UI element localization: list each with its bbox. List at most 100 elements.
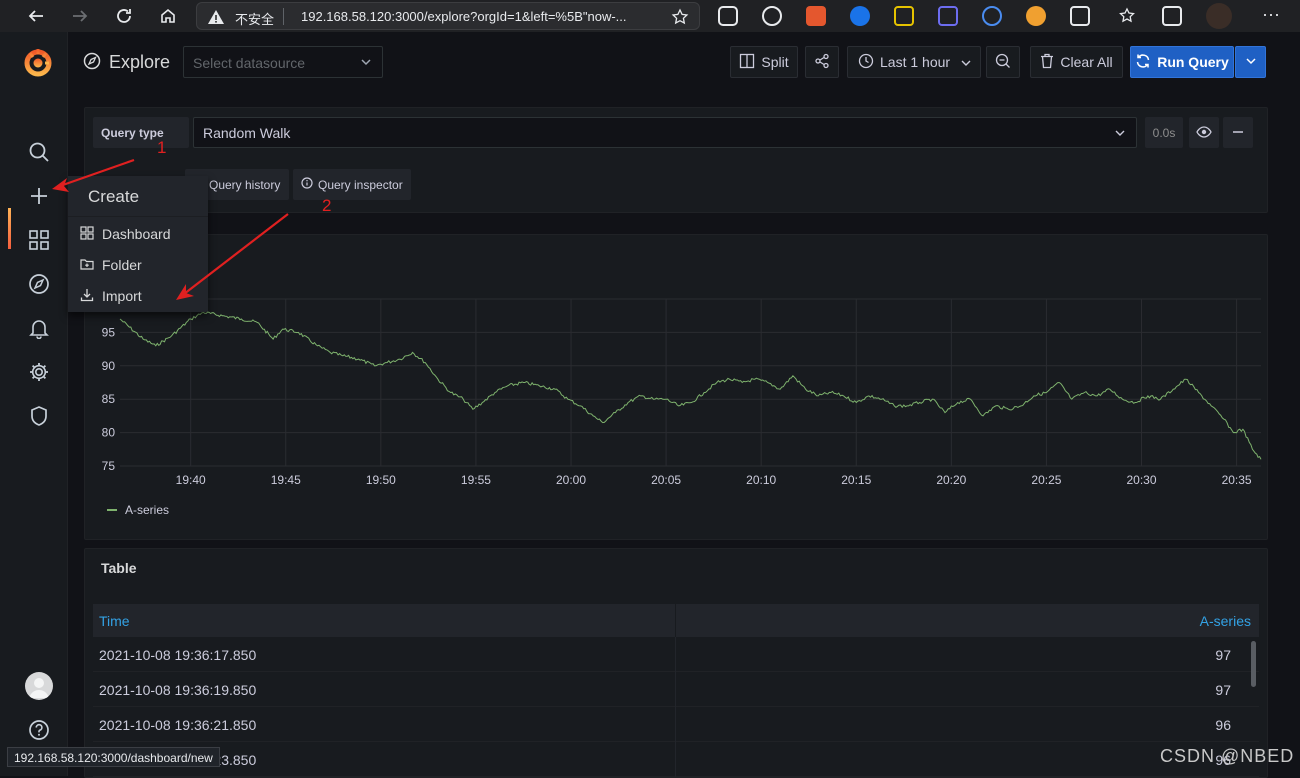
cell-time: 2021-10-08 19:36:19.850 — [99, 682, 257, 698]
active-indicator — [8, 208, 11, 249]
extension-terminal-icon[interactable] — [894, 6, 914, 26]
extension-icon[interactable] — [718, 6, 738, 26]
favorite-star-icon[interactable] — [671, 8, 689, 29]
page-title: Explore — [109, 52, 171, 72]
cell-value: 97 — [1215, 647, 1231, 663]
clear-all-button[interactable]: Clear All — [1030, 46, 1123, 78]
time-range-label: Last 1 hour — [880, 54, 951, 70]
time-range-picker[interactable]: Last 1 hour — [847, 46, 981, 78]
cell-time: 2021-10-08 19:36:17.850 — [99, 647, 257, 663]
bell-icon[interactable] — [26, 315, 52, 341]
dashboards-icon[interactable] — [26, 227, 52, 253]
home-icon[interactable] — [156, 4, 180, 28]
search-icon[interactable] — [26, 139, 52, 165]
explore-main: Explore Select datasource Split Last 1 h… — [69, 32, 1300, 778]
create-menu-title[interactable]: Create — [68, 176, 208, 217]
y-tick-label: 95 — [102, 325, 116, 339]
extension-a-icon[interactable] — [982, 6, 1002, 26]
cell-time: 2021-10-08 19:36:21.850 — [99, 717, 257, 733]
share-button[interactable] — [805, 46, 839, 78]
menu-item-label: Folder — [102, 257, 142, 273]
clock-icon — [858, 53, 874, 72]
x-tick-label: 20:15 — [841, 473, 871, 487]
run-query-options-button[interactable] — [1235, 46, 1266, 78]
query-type-label: Query type — [93, 117, 189, 148]
back-icon[interactable] — [24, 4, 48, 28]
eye-icon — [1196, 125, 1212, 141]
clear-all-label: Clear All — [1060, 54, 1113, 70]
table-row: 2021-10-08 19:36:23.850 96 — [93, 742, 1259, 777]
annotation-number-1: 1 — [157, 138, 167, 157]
favorites-icon[interactable] — [1118, 6, 1138, 26]
graph-panel: 75 80 85 90 95 19:40 19:45 19:50 19:55 20:00 20:05… — [84, 234, 1268, 540]
column-header-a-series[interactable]: A-series — [1200, 613, 1251, 629]
profile-avatar[interactable] — [1206, 3, 1232, 29]
annotation-number-2: 2 — [322, 196, 332, 215]
compass-icon[interactable] — [26, 271, 52, 297]
folder-plus-icon — [80, 257, 94, 274]
time-series-chart: 75 80 85 90 95 19:40 19:45 19:50 19:55 20:00 20:05… — [102, 298, 1262, 487]
split-label: Split — [761, 54, 789, 70]
run-query-button[interactable]: Run Query — [1130, 46, 1234, 78]
grafana-logo-icon[interactable] — [22, 46, 54, 78]
help-icon[interactable] — [26, 717, 52, 743]
warning-icon — [207, 8, 225, 26]
column-divider — [675, 637, 676, 672]
watermark: CSDN @NBED — [1160, 746, 1295, 766]
page-header: Explore — [83, 52, 170, 73]
query-duration: 0.0s — [1145, 117, 1183, 148]
menu-item-folder[interactable]: Folder — [80, 254, 142, 276]
shield-icon[interactable] — [26, 403, 52, 429]
zoom-out-icon — [995, 53, 1011, 72]
x-tick-label: 19:55 — [461, 473, 491, 487]
column-header-time[interactable]: Time — [99, 613, 130, 629]
extension-clock-icon[interactable] — [850, 6, 870, 26]
extension-gear-icon[interactable] — [762, 6, 782, 26]
menu-item-label: Import — [102, 288, 142, 304]
extension-image-icon[interactable] — [806, 6, 826, 26]
table-header: Time A-series — [93, 604, 1259, 637]
query-type-value: Random Walk — [203, 125, 291, 141]
query-history-label: Query history — [209, 177, 281, 192]
chevron-down-icon — [960, 56, 972, 72]
side-menu — [0, 32, 68, 776]
share-icon — [814, 53, 830, 72]
sync-icon — [1135, 53, 1151, 72]
more-icon[interactable]: ··· — [1262, 5, 1282, 26]
extensions-puzzle-icon[interactable] — [1070, 6, 1090, 26]
remove-query-button[interactable] — [1223, 117, 1253, 148]
address-bar[interactable]: 不安全 192.168.58.120:3000/explore?orgId=1&… — [196, 2, 700, 30]
x-tick-label: 20:00 — [556, 473, 586, 487]
url-text[interactable]: 192.168.58.120:3000/explore?orgId=1&left… — [301, 9, 627, 24]
split-button[interactable]: Split — [730, 46, 798, 78]
reload-icon[interactable] — [112, 4, 136, 28]
menu-item-dashboard[interactable]: Dashboard — [80, 223, 171, 245]
zoom-out-button[interactable] — [986, 46, 1020, 78]
datasource-picker[interactable]: Select datasource — [183, 46, 383, 78]
extension-swap-icon[interactable] — [938, 6, 958, 26]
url-separator — [283, 8, 284, 25]
chevron-down-icon — [360, 55, 372, 72]
toggle-visibility-button[interactable] — [1189, 117, 1219, 148]
query-type-select[interactable]: Random Walk — [193, 117, 1137, 148]
forward-icon[interactable] — [68, 4, 92, 28]
user-avatar[interactable] — [25, 672, 53, 700]
query-inspector-button[interactable]: Query inspector — [293, 169, 411, 200]
table-scrollbar[interactable] — [1251, 641, 1256, 687]
table-panel: Table Time A-series 2021-10-08 19:36:17.… — [84, 548, 1268, 778]
import-icon — [80, 288, 94, 305]
collections-icon[interactable] — [1162, 6, 1182, 26]
x-tick-label: 19:50 — [366, 473, 396, 487]
plus-icon[interactable] — [26, 183, 52, 209]
chevron-down-icon — [1114, 126, 1126, 143]
status-url: 192.168.58.120:3000/dashboard/new — [7, 747, 220, 767]
columns-icon — [739, 53, 755, 72]
column-divider — [675, 742, 676, 777]
series-line-a-series — [119, 311, 1262, 460]
menu-item-import[interactable]: Import — [80, 285, 142, 307]
insecure-label: 不安全 — [235, 12, 275, 27]
legend-series-label: A-series — [125, 503, 170, 517]
extension-color-icon[interactable] — [1026, 6, 1046, 26]
gear-icon[interactable] — [26, 359, 52, 385]
chart-legend[interactable]: A-series — [107, 503, 169, 517]
